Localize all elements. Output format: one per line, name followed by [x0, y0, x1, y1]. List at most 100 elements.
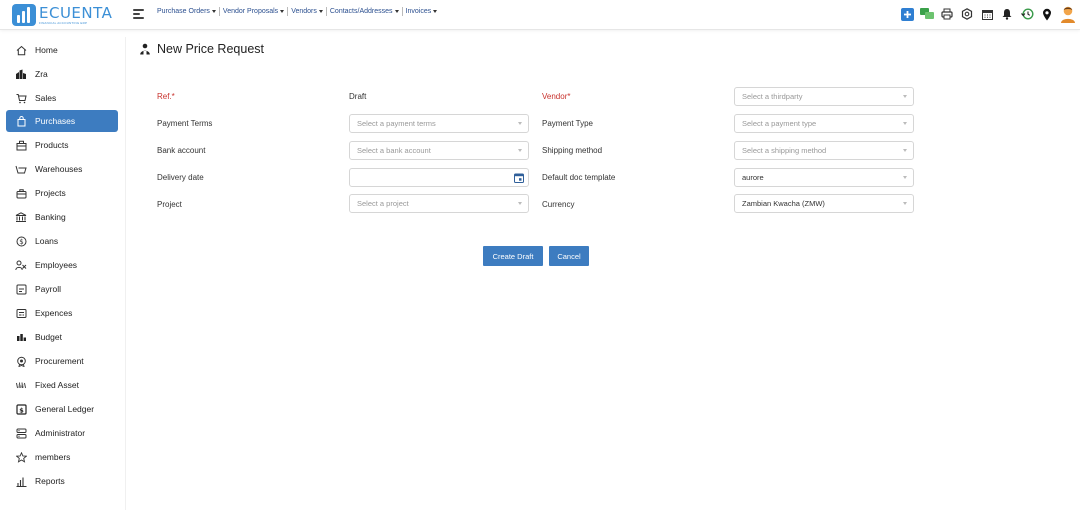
sidebar-item-label: Sales: [35, 93, 57, 103]
currency-label: Currency: [542, 200, 575, 209]
sidebar-item-payroll[interactable]: Payroll: [6, 278, 118, 300]
menu-purchase-orders[interactable]: Purchase Orders: [157, 7, 220, 16]
bell-icon[interactable]: [1000, 7, 1014, 21]
users-icon: [15, 259, 27, 271]
sidebar: Home Zra Sales Purchases Products Wareho…: [0, 37, 126, 510]
menu-label: Contacts/Addresses: [329, 8, 393, 15]
user-avatar-icon[interactable]: [1060, 5, 1076, 23]
menu-label: Invoices: [405, 8, 432, 15]
sidebar-item-label: Administrator: [35, 428, 86, 438]
menu-vendors[interactable]: Vendors: [291, 7, 327, 16]
logo[interactable]: ECUENTA FINANCIAL ACCOUNTING ERP: [12, 3, 112, 27]
chevron-down-icon: [903, 95, 907, 98]
doc-template-select[interactable]: aurore: [734, 168, 914, 187]
bank-account-select[interactable]: Select a bank account: [349, 141, 529, 160]
menu-contacts-addresses[interactable]: Contacts/Addresses: [330, 7, 403, 16]
sidebar-item-fixed-asset[interactable]: ᵢₑᵢ Fixed Asset: [6, 374, 118, 396]
payment-type-select[interactable]: Select a payment type: [734, 114, 914, 133]
calendar-picker-icon[interactable]: [514, 173, 524, 183]
menu-vendor-proposals[interactable]: Vendor Proposals: [222, 7, 289, 16]
bank-account-placeholder: Select a bank account: [357, 146, 431, 155]
sidebar-item-purchases[interactable]: Purchases: [6, 110, 118, 132]
sidebar-item-projects[interactable]: Projects: [6, 182, 118, 204]
settings-icon[interactable]: [960, 7, 974, 21]
caret-down-icon: [433, 10, 438, 13]
printer-icon[interactable]: [940, 7, 954, 21]
sidebar-item-budget[interactable]: Budget: [6, 326, 118, 348]
dollar-icon: $: [15, 235, 27, 247]
bank-icon: [15, 211, 27, 223]
location-icon[interactable]: [1040, 7, 1054, 21]
sidebar-item-home[interactable]: Home: [6, 39, 118, 61]
sidebar-item-sales[interactable]: Sales: [6, 87, 118, 109]
svg-text:$: $: [19, 238, 23, 246]
gear-badge-icon: [15, 355, 27, 367]
chevron-down-icon: [518, 122, 522, 125]
caret-down-icon: [394, 10, 399, 13]
sidebar-item-expences[interactable]: Expences: [6, 302, 118, 324]
sidebar-item-warehouses[interactable]: Warehouses: [6, 158, 118, 180]
sidebar-item-label: Warehouses: [35, 164, 83, 174]
sidebar-item-products[interactable]: Products: [6, 134, 118, 156]
sidebar-item-label: Procurement: [35, 356, 84, 366]
menu-label: Vendor Proposals: [222, 8, 279, 15]
asset-icon: ᵢₑᵢ: [15, 379, 27, 391]
sidebar-item-label: Employees: [35, 260, 78, 270]
menu-label: Purchase Orders: [157, 8, 210, 15]
sidebar-item-banking[interactable]: Banking: [6, 206, 118, 228]
sidebar-item-zra[interactable]: Zra: [6, 63, 118, 85]
sidebar-item-loans[interactable]: $ Loans: [6, 230, 118, 252]
history-icon[interactable]: [1020, 7, 1034, 21]
project-select[interactable]: Select a project: [349, 194, 529, 213]
briefcase-icon: [15, 187, 27, 199]
budget-icon: [15, 331, 27, 343]
star-icon: [15, 451, 27, 463]
vendor-select[interactable]: Select a thirdparty: [734, 87, 914, 106]
payment-terms-select[interactable]: Select a payment terms: [349, 114, 529, 133]
sidebar-item-label: Products: [35, 140, 69, 150]
menu-invoices[interactable]: Invoices: [406, 7, 441, 16]
chevron-down-icon: [903, 149, 907, 152]
delivery-date-input[interactable]: [349, 168, 529, 187]
sidebar-item-general-ledger[interactable]: $ General Ledger: [6, 398, 118, 420]
vendor-label: Vendor*: [542, 92, 571, 101]
chevron-down-icon: [903, 176, 907, 179]
calendar-icon[interactable]: [980, 7, 994, 21]
sidebar-item-reports[interactable]: Reports: [6, 470, 118, 492]
shipping-method-label: Shipping method: [542, 146, 603, 155]
create-draft-button[interactable]: Create Draft: [483, 246, 543, 266]
sidebar-item-employees[interactable]: Employees: [6, 254, 118, 276]
sidebar-item-label: Reports: [35, 476, 65, 486]
sidebar-item-label: members: [35, 452, 71, 462]
caret-down-icon: [211, 10, 216, 13]
cancel-button[interactable]: Cancel: [549, 246, 589, 266]
ref-value: Draft: [349, 92, 367, 101]
add-icon[interactable]: [900, 7, 914, 21]
sidebar-item-administrator[interactable]: Administrator: [6, 422, 118, 444]
bag-icon: [15, 115, 27, 127]
caret-down-icon: [318, 10, 323, 13]
project-placeholder: Select a project: [357, 199, 409, 208]
sidebar-item-label: Zra: [35, 69, 48, 79]
warehouse-icon: [15, 163, 27, 175]
logo-mark-icon: [12, 4, 36, 26]
logo-name: ECUENTA: [39, 3, 113, 22]
menu-label: Vendors: [291, 8, 317, 15]
page-title: New Price Request: [139, 42, 264, 56]
shipping-method-select[interactable]: Select a shipping method: [734, 141, 914, 160]
sidebar-item-procurement[interactable]: Procurement: [6, 350, 118, 372]
caret-down-icon: [280, 10, 285, 13]
logo-tagline: FINANCIAL ACCOUNTING ERP: [39, 20, 88, 25]
payment-type-placeholder: Select a payment type: [742, 119, 817, 128]
top-menu: Purchase Orders Vendor Proposals Vendors…: [157, 7, 443, 16]
building-icon: [15, 68, 27, 80]
chat-icon[interactable]: [920, 7, 934, 21]
home-icon: [15, 44, 27, 56]
sidebar-item-members[interactable]: members: [6, 446, 118, 468]
payment-terms-label: Payment Terms: [157, 119, 213, 128]
payment-terms-placeholder: Select a payment terms: [357, 119, 436, 128]
sidebar-item-label: Expences: [35, 308, 73, 318]
currency-select[interactable]: Zambian Kwacha (ZMW): [734, 194, 914, 213]
box-icon: [15, 139, 27, 151]
menu-toggle-icon[interactable]: [133, 9, 144, 19]
